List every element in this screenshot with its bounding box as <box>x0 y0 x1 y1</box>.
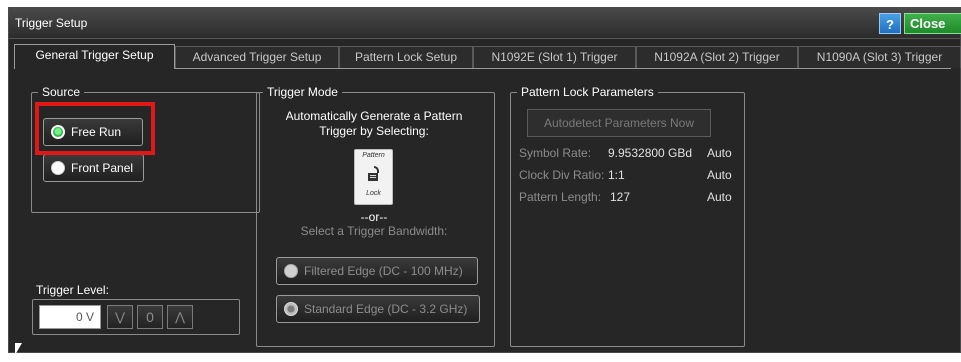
pattern-length-label: Pattern Length: <box>519 190 602 204</box>
trigger-level-increase-button[interactable]: ⋀ <box>167 305 193 329</box>
bandwidth-prompt: Select a Trigger Bandwidth: <box>300 224 448 238</box>
trigger-level-zero-button[interactable]: 0 <box>137 305 163 329</box>
close-button[interactable]: Close <box>904 13 961 34</box>
trigger-level-decrease-button[interactable]: ⋁ <box>107 305 133 329</box>
mouse-pointer-icon <box>15 343 22 355</box>
radio-unselected-icon <box>51 161 65 175</box>
pattern-lock-top-label: Pattern <box>362 152 385 159</box>
tab-bar: General Trigger Setup Advanced Trigger S… <box>14 44 961 69</box>
pattern-lock-legend: Pattern Lock Parameters <box>517 85 658 99</box>
tab-advanced-trigger-setup[interactable]: Advanced Trigger Setup <box>175 46 339 68</box>
clock-div-label: Clock Div Ratio: <box>519 168 605 182</box>
pattern-length-value: 127 <box>610 190 631 204</box>
radio-unselected-icon <box>284 264 298 278</box>
window-title: Trigger Setup <box>15 16 88 30</box>
standard-edge-label: Standard Edge (DC - 3.2 GHz) <box>304 302 468 316</box>
standard-edge-radio[interactable]: Standard Edge (DC - 3.2 GHz) <box>276 295 480 323</box>
symbol-rate-label: Symbol Rate: <box>519 146 592 160</box>
filtered-edge-label: Filtered Edge (DC - 100 MHz) <box>304 264 463 278</box>
front-panel-label: Front Panel <box>71 161 134 175</box>
title-bar: Trigger Setup ? Close <box>9 8 961 39</box>
padlock-icon <box>367 166 379 181</box>
symbol-rate-mode[interactable]: Auto <box>707 146 732 160</box>
filtered-edge-radio[interactable]: Filtered Edge (DC - 100 MHz) <box>276 257 478 285</box>
trigger-level-label: Trigger Level: <box>36 283 109 297</box>
trigger-level-input[interactable]: 0 V <box>39 305 101 329</box>
source-legend: Source <box>38 85 85 99</box>
pattern-lock-bottom-label: Lock <box>366 190 381 197</box>
chevron-up-icon: ⋀ <box>175 310 185 324</box>
pattern-lock-button[interactable]: Pattern Lock <box>354 149 393 205</box>
tab-pattern-lock-setup[interactable]: Pattern Lock Setup <box>339 46 473 68</box>
trigger-mode-heading: Automatically Generate a Pattern Trigger… <box>285 109 463 138</box>
tab-n1090a-slot3[interactable]: N1090A (Slot 3) Trigger <box>798 46 961 68</box>
or-separator: --or-- <box>360 210 388 224</box>
pattern-length-mode[interactable]: Auto <box>707 190 732 204</box>
tab-general-trigger-setup[interactable]: General Trigger Setup <box>14 44 175 69</box>
clock-div-mode[interactable]: Auto <box>707 168 732 182</box>
chevron-down-icon: ⋁ <box>115 310 125 324</box>
trigger-mode-legend: Trigger Mode <box>263 85 342 99</box>
radio-selected-icon <box>284 302 298 316</box>
tab-n1092e-slot1[interactable]: N1092E (Slot 1) Trigger <box>473 46 636 68</box>
help-button[interactable]: ? <box>879 13 901 34</box>
autodetect-parameters-button[interactable]: Autodetect Parameters Now <box>527 109 711 137</box>
clock-div-value: 1:1 <box>608 168 625 182</box>
front-panel-radio[interactable]: Front Panel <box>43 154 144 182</box>
tab-n1092a-slot2[interactable]: N1092A (Slot 2) Trigger <box>636 46 798 68</box>
free-run-highlight-box <box>35 102 155 155</box>
symbol-rate-value: 9.9532800 GBd <box>608 146 693 160</box>
